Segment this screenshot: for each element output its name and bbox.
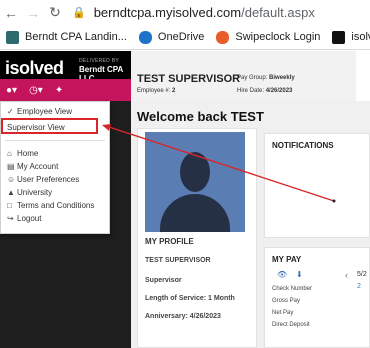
hire-date: Hire Date: 4/26/2023: [237, 88, 292, 94]
bookmark-label: OneDrive: [157, 31, 205, 43]
menu-item-user-preferences[interactable]: ☺ User Preferences: [1, 172, 109, 186]
notifications-title: NOTIFICATIONS: [272, 141, 334, 150]
menu-item-employee-view[interactable]: ✓ Employee View: [1, 104, 109, 118]
swipeclock-favicon-icon: [216, 30, 230, 44]
bookmark-label: isolved People C: [351, 31, 370, 43]
bookmark-label: Swipeclock Login: [235, 31, 321, 43]
bookmark-onedrive[interactable]: OneDrive: [138, 30, 205, 44]
lock-icon[interactable]: 🔒: [72, 6, 86, 19]
menu-item-terms[interactable]: □ Terms and Conditions: [1, 198, 109, 212]
profile-card: MY PROFILE TEST SUPERVISOR Supervisor Le…: [137, 128, 257, 348]
profile-anniversary: Anniversary: 4/26/2023: [145, 313, 221, 320]
menu-item-label: Employee View: [17, 106, 72, 116]
menu-item-home[interactable]: ⌂ Home: [1, 146, 109, 160]
menu-item-label: Home: [17, 148, 39, 158]
download-icon[interactable]: ⬇: [296, 270, 303, 279]
profile-role: Supervisor: [145, 277, 182, 284]
welcome-heading: Welcome back TEST: [137, 109, 264, 124]
notifications-card: NOTIFICATIONS: [264, 133, 370, 238]
bookmark-swipeclock[interactable]: Swipeclock Login: [216, 30, 321, 44]
gross-pay-label: Gross Pay: [272, 298, 301, 304]
menu-item-label: User Preferences: [17, 174, 80, 184]
url-domain: berndtcpa.myisolved.com: [93, 5, 242, 20]
profile-name: TEST SUPERVISOR: [145, 257, 211, 264]
hire-date-value: 4/26/2023: [265, 88, 293, 94]
my-pay-card: MY PAY 👁 ⬇ ‹ 5/2 2 Check Number Gross Pa…: [264, 247, 370, 348]
user-menu-icon[interactable]: ●▾: [6, 85, 17, 96]
bookmark-berndt[interactable]: Berndt CPA Landin...: [6, 30, 127, 44]
pay-group: Pay Group: Biweekly: [237, 75, 295, 81]
bookmark-label: Berndt CPA Landin...: [25, 31, 127, 43]
chevron-left-icon[interactable]: ‹: [345, 270, 348, 280]
person-icon: ☺: [7, 174, 16, 184]
employee-header: TEST SUPERVISOR Employee #: 2 Pay Group:…: [131, 51, 370, 101]
profile-length-of-service: Length of Service: 1 Month: [145, 295, 235, 302]
pay-date-value[interactable]: 2: [357, 283, 361, 290]
pay-date: 5/2: [357, 271, 367, 278]
url-text[interactable]: berndtcpa.myisolved.com/default.aspx: [94, 5, 315, 20]
reload-icon[interactable]: ↻: [44, 0, 66, 25]
menu-divider: [5, 140, 105, 141]
url-path: /default.aspx: [241, 5, 315, 20]
bookmarks-bar: Berndt CPA Landin... OneDrive Swipeclock…: [0, 25, 370, 50]
clock-icon[interactable]: ◷▾: [29, 85, 43, 96]
header-scroll-button[interactable]: [356, 51, 370, 101]
home-icon: ⌂: [7, 148, 12, 158]
eye-icon[interactable]: 👁: [277, 270, 287, 279]
check-number-label: Check Number: [272, 286, 313, 292]
menu-item-university[interactable]: ▲ University: [1, 185, 109, 199]
menu-item-label: Terms and Conditions: [17, 200, 95, 210]
menu-item-logout[interactable]: ↪ Logout: [1, 211, 109, 225]
bookmark-isolved-people[interactable]: isolved People C: [332, 30, 370, 44]
cloud-icon: [138, 30, 152, 44]
employee-name: TEST SUPERVISOR: [137, 73, 241, 85]
menu-item-my-account[interactable]: ▤ My Account: [1, 159, 109, 173]
avatar[interactable]: [145, 132, 245, 232]
net-pay-label: Net Pay: [272, 310, 294, 316]
isolved-favicon-icon: [332, 30, 346, 44]
logout-icon: ↪: [7, 213, 14, 223]
isolved-logo: isolved: [5, 58, 64, 78]
back-arrow-icon[interactable]: ←: [0, 0, 22, 25]
hire-date-label: Hire Date:: [237, 88, 265, 94]
menu-item-label: University: [17, 187, 53, 197]
avatar-body-shape: [160, 194, 230, 232]
pay-group-label: Pay Group:: [237, 75, 268, 81]
menu-item-label: My Account: [17, 161, 59, 171]
profile-title: MY PROFILE: [145, 237, 194, 246]
highlight-box: [1, 118, 98, 134]
forward-arrow-icon[interactable]: →: [22, 0, 44, 25]
pin-icon[interactable]: ✦: [55, 85, 63, 96]
employee-number-label: Employee #:: [137, 88, 171, 94]
berndt-favicon-icon: [6, 30, 19, 44]
brand-block: isolved DELIVERED BY Berndt CPA LLC: [3, 55, 128, 83]
avatar-head-shape: [180, 152, 210, 192]
direct-deposit-label: Direct Deposit: [272, 322, 310, 328]
menu-item-label: Logout: [17, 213, 42, 223]
graduation-icon: ▲: [7, 187, 15, 197]
pay-group-value: Biweekly: [269, 75, 295, 81]
document-icon: □: [7, 200, 12, 210]
icon-toolbar: ●▾ ◷▾ ✦: [0, 79, 131, 101]
employee-number: Employee #: 2: [137, 88, 175, 94]
account-icon: ▤: [7, 161, 15, 171]
delivered-by-label: DELIVERED BY: [79, 58, 120, 64]
my-pay-title: MY PAY: [272, 255, 302, 264]
employee-number-value: 2: [172, 88, 176, 94]
check-icon: ✓: [7, 106, 14, 116]
browser-address-bar: ← → ↻ 🔒 berndtcpa.myisolved.com/default.…: [0, 0, 370, 25]
